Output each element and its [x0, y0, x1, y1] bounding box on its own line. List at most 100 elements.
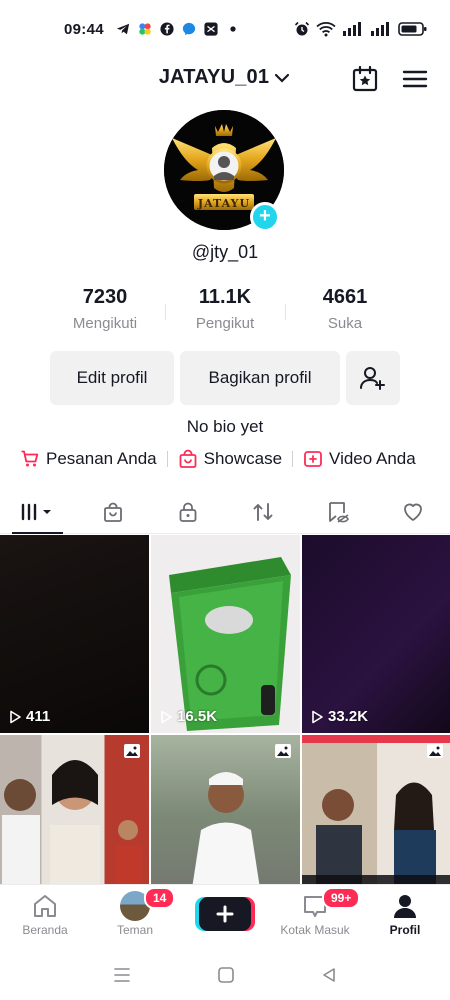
tab-reposts[interactable]	[225, 490, 300, 533]
content-tabs	[0, 490, 450, 534]
your-videos-link[interactable]: Video Anda	[303, 449, 416, 469]
play-icon	[161, 710, 172, 723]
shop-bag-icon	[103, 502, 122, 522]
stat-divider	[284, 304, 286, 320]
profile-links: Pesanan Anda Showcase Video Anda	[20, 449, 416, 469]
photo-icon	[124, 744, 140, 758]
shop-bag-icon	[179, 449, 197, 468]
tagged-icon	[328, 501, 349, 523]
profile-icon	[394, 895, 416, 918]
status-time: 09:44	[64, 20, 104, 38]
stat-following-label: Mengikuti	[72, 315, 138, 332]
telegram-icon	[116, 23, 129, 35]
username: JATAYU_01	[158, 66, 270, 88]
stat-followers-label: Pengikut	[195, 315, 255, 332]
cart-icon	[21, 450, 39, 467]
add-photo-button[interactable]: +	[250, 202, 280, 232]
view-count-value: 16.5K	[177, 708, 218, 725]
dot-icon	[230, 26, 236, 32]
edit-profile-button[interactable]: Edit profil	[50, 351, 174, 405]
nav-home-label: Beranda	[22, 923, 68, 937]
nav-inbox[interactable]: Kotak Masuk 99+	[270, 885, 361, 946]
stat-followers-value: 11.1K	[198, 286, 252, 308]
recents-icon[interactable]	[112, 966, 132, 984]
orders-link[interactable]: Pesanan Anda	[20, 449, 157, 469]
facebook-icon	[160, 22, 174, 36]
nav-profile-label: Profil	[389, 923, 421, 937]
nav-friends[interactable]: Teman 14	[90, 885, 180, 946]
view-count: 16.5K	[159, 708, 217, 725]
menu-icon[interactable]	[400, 64, 430, 94]
bottom-nav: Beranda Teman 14 Kotak Masuk 99+ Profil	[0, 884, 450, 946]
video-thumbnail[interactable]: 33.2K	[302, 535, 450, 733]
stat-likes[interactable]: 4661 Suka	[290, 286, 400, 338]
nav-create[interactable]	[180, 885, 270, 946]
home-icon	[34, 895, 56, 917]
video-plus-icon	[304, 451, 322, 467]
signal-icon	[343, 22, 361, 36]
chevron-down-icon	[275, 73, 290, 83]
tab-shop[interactable]	[75, 490, 150, 533]
photo-icon	[427, 744, 443, 758]
view-count-value: 33.2K	[328, 708, 369, 725]
stat-following[interactable]: 7230 Mengikuti	[50, 286, 160, 338]
creator-calendar-icon[interactable]	[350, 64, 380, 94]
home-button-icon[interactable]	[217, 966, 235, 984]
profile-header: JATAYU_01	[0, 58, 450, 102]
nav-inbox-label: Kotak Masuk	[280, 923, 350, 937]
plus-icon	[216, 905, 234, 923]
tab-videos[interactable]	[0, 490, 75, 534]
photo-icon	[275, 744, 291, 758]
back-icon[interactable]	[320, 966, 338, 984]
your-videos-label: Video Anda	[329, 449, 416, 468]
tab-private[interactable]	[150, 490, 225, 533]
play-icon	[10, 710, 21, 723]
profile-handle: @jty_01	[191, 242, 259, 262]
showcase-link[interactable]: Showcase	[178, 449, 282, 469]
stat-likes-label: Suka	[327, 315, 363, 332]
video-grid: 411 16.5K 33.2K	[0, 535, 450, 933]
notification-icons	[116, 22, 240, 36]
showcase-label: Showcase	[203, 449, 283, 468]
add-user-icon	[360, 367, 385, 390]
grid-icon	[21, 503, 51, 520]
avatar-text: JATAYU	[197, 197, 251, 210]
view-count-value: 411	[26, 708, 51, 725]
share-profile-button[interactable]: Bagikan profil	[180, 351, 340, 405]
messenger-icon	[182, 22, 195, 36]
lock-icon	[179, 502, 196, 522]
view-count: 411	[8, 708, 50, 725]
trash-bin-image	[169, 557, 291, 731]
add-friends-button[interactable]	[346, 351, 400, 405]
nav-friends-label: Teman	[116, 923, 154, 937]
bio-text[interactable]: No bio yet	[0, 417, 450, 437]
account-switcher[interactable]: JATAYU_01	[0, 66, 450, 89]
play-icon	[312, 710, 323, 723]
stat-following-value: 7230	[82, 286, 128, 308]
stat-followers[interactable]: 11.1K Pengikut	[170, 286, 280, 338]
wifi-icon	[316, 22, 336, 37]
view-count: 33.2K	[310, 708, 368, 725]
alarm-icon	[294, 21, 310, 36]
link-divider	[166, 451, 168, 467]
signal-icon	[371, 22, 389, 36]
video-thumbnail[interactable]: 411	[0, 535, 149, 733]
repost-icon	[253, 502, 272, 521]
tab-liked[interactable]	[375, 490, 450, 533]
capcut-icon	[204, 22, 218, 36]
video-thumbnail[interactable]: 16.5K	[151, 535, 300, 733]
profile-actions: Edit profil Bagikan profil	[50, 351, 400, 405]
stat-likes-value: 4661	[322, 286, 368, 308]
stat-divider	[164, 304, 166, 320]
tab-tagged[interactable]	[300, 490, 375, 533]
profile-stats: 7230 Mengikuti 11.1K Pengikut 4661 Suka	[50, 286, 400, 338]
friends-badge: 14	[144, 887, 176, 909]
heart-icon	[403, 503, 422, 521]
nav-home[interactable]: Beranda	[0, 885, 90, 946]
system-nav-bar	[0, 950, 450, 1000]
nav-profile[interactable]: Profil	[360, 885, 450, 946]
system-status-icons	[294, 21, 428, 37]
create-button[interactable]	[199, 897, 251, 931]
battery-icon	[398, 22, 427, 36]
orders-label: Pesanan Anda	[46, 449, 157, 468]
